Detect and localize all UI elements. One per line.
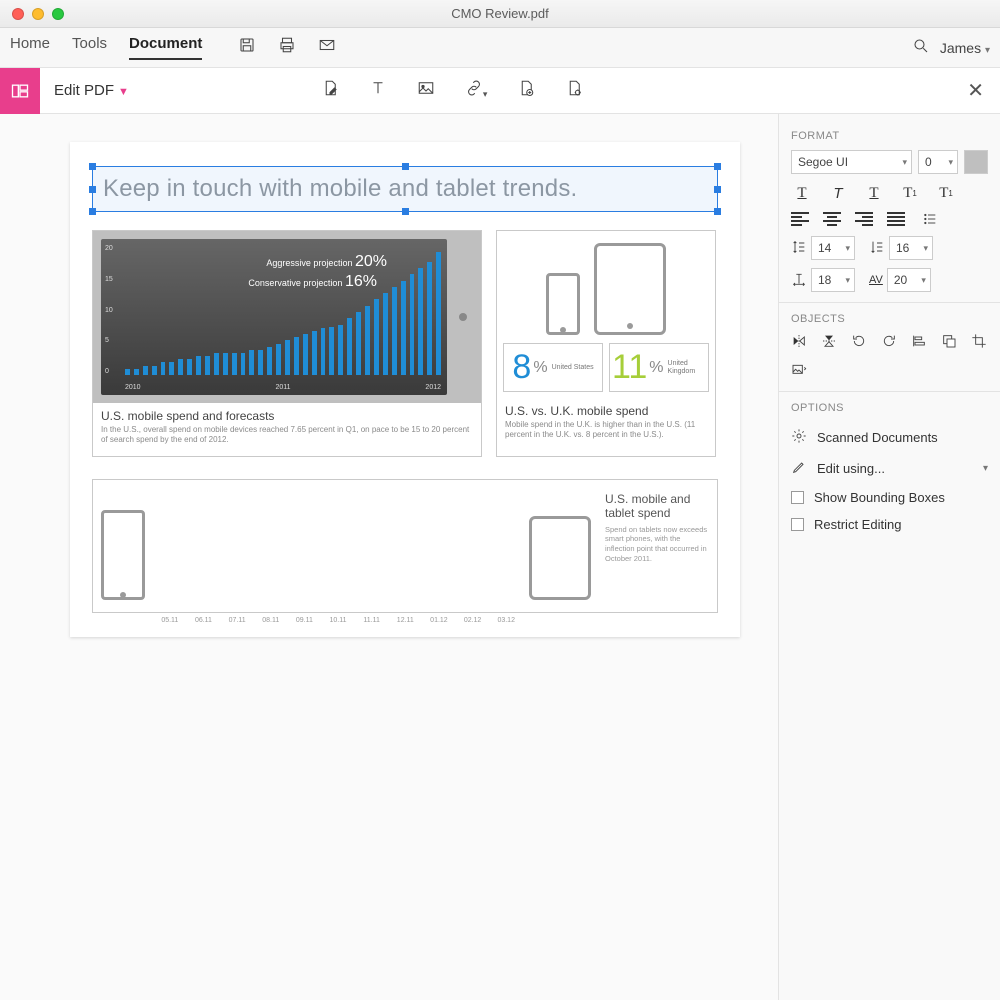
line-spacing-icon xyxy=(791,239,807,258)
pencil-icon xyxy=(791,459,807,478)
chartC-desc: Spend on tablets now exceeds smart phone… xyxy=(605,525,709,564)
paragraph-spacing-dropdown[interactable]: 16 xyxy=(889,236,933,260)
close-panel-button[interactable]: ✕ xyxy=(967,78,984,103)
phone-icon xyxy=(546,273,580,335)
arrange-icon[interactable] xyxy=(941,333,957,352)
restrict-editing-option[interactable]: Restrict Editing xyxy=(791,511,988,538)
page-settings-icon[interactable] xyxy=(565,79,583,102)
bold-icon[interactable]: T xyxy=(791,184,813,202)
checkbox-icon[interactable] xyxy=(791,518,804,531)
pdf-page: Keep in touch with mobile and tablet tre… xyxy=(70,142,740,637)
align-right-icon[interactable] xyxy=(855,212,873,226)
text-color-swatch[interactable] xyxy=(964,150,988,174)
horizontal-scale-dropdown[interactable]: 18 xyxy=(811,268,855,292)
add-page-icon[interactable] xyxy=(517,79,535,102)
replace-image-icon[interactable] xyxy=(791,362,807,381)
chart-card-mobile-tablet: 05.1106.1107.1108.1109.1110.1111.1112.11… xyxy=(92,479,718,613)
chartB-title: U.S. vs. U.K. mobile spend xyxy=(505,404,707,418)
chart-card-forecasts: 20151050 201020112012 Aggressive project… xyxy=(92,230,482,457)
tab-home[interactable]: Home xyxy=(10,35,50,60)
rotate-cw-icon[interactable] xyxy=(881,333,897,352)
checkbox-icon[interactable] xyxy=(791,491,804,504)
format-panel: FORMAT Segoe UI 0 T T T T1 T1 14 16 18 A… xyxy=(778,114,1000,1000)
selected-text-frame[interactable]: Keep in touch with mobile and tablet tre… xyxy=(92,166,718,212)
show-bounding-boxes-option[interactable]: Show Bounding Boxes xyxy=(791,484,988,511)
subscript-icon[interactable]: T1 xyxy=(935,184,957,202)
window-minimize-button[interactable] xyxy=(32,8,44,20)
window-titlebar: CMO Review.pdf xyxy=(0,0,1000,28)
rotate-ccw-icon[interactable] xyxy=(851,333,867,352)
flip-horizontal-icon[interactable] xyxy=(791,333,807,352)
chart-card-us-uk: 8%United States 11%United Kingdom U.S. v… xyxy=(496,230,716,457)
edit-page-icon[interactable] xyxy=(321,79,339,102)
flip-vertical-icon[interactable] xyxy=(821,333,837,352)
align-center-icon[interactable] xyxy=(823,212,841,226)
align-justify-icon[interactable] xyxy=(887,212,905,226)
italic-icon[interactable]: T xyxy=(827,184,849,202)
scanned-documents-option[interactable]: Scanned Documents xyxy=(791,422,988,453)
char-spacing-dropdown[interactable]: 20 xyxy=(887,268,931,292)
horizontal-scale-icon xyxy=(791,271,807,290)
document-canvas[interactable]: Keep in touch with mobile and tablet tre… xyxy=(0,114,778,1000)
window-close-button[interactable] xyxy=(12,8,24,20)
options-heading: OPTIONS xyxy=(791,402,988,414)
line-spacing-dropdown[interactable]: 14 xyxy=(811,236,855,260)
mode-dropdown[interactable]: Edit PDF▼ xyxy=(54,82,129,99)
chartA-desc: In the U.S., overall spend on mobile dev… xyxy=(101,425,473,446)
paragraph-spacing-icon xyxy=(869,239,885,258)
chartA-title: U.S. mobile spend and forecasts xyxy=(101,409,473,423)
format-heading: FORMAT xyxy=(791,130,988,142)
tablet-icon xyxy=(529,516,591,600)
search-icon[interactable] xyxy=(912,37,930,58)
add-image-icon[interactable] xyxy=(417,79,435,102)
align-left-icon[interactable] xyxy=(791,212,809,226)
mail-icon[interactable] xyxy=(318,36,336,59)
save-icon[interactable] xyxy=(238,36,256,59)
window-title: CMO Review.pdf xyxy=(0,6,1000,21)
add-link-icon[interactable]: ▾ xyxy=(465,79,488,102)
char-spacing-icon: AV xyxy=(869,274,883,286)
forecast-bar-chart: 20151050 201020112012 Aggressive project… xyxy=(101,239,447,395)
phone-icon xyxy=(101,510,145,600)
font-family-dropdown[interactable]: Segoe UI xyxy=(791,150,912,174)
mode-badge-icon[interactable] xyxy=(0,68,40,114)
superscript-icon[interactable]: T1 xyxy=(899,184,921,202)
crop-icon[interactable] xyxy=(971,333,987,352)
app-menubar: Home Tools Document James ▾ xyxy=(0,28,1000,68)
chartC-title: U.S. mobile and tablet spend xyxy=(605,492,709,521)
edit-using-option[interactable]: Edit using... ▾ xyxy=(791,453,988,484)
gear-icon xyxy=(791,428,807,447)
tab-document[interactable]: Document xyxy=(129,35,202,60)
tablet-icon xyxy=(594,243,666,335)
list-icon[interactable] xyxy=(919,210,941,228)
headline-text[interactable]: Keep in touch with mobile and tablet tre… xyxy=(103,175,707,203)
objects-heading: OBJECTS xyxy=(791,313,988,325)
tab-tools[interactable]: Tools xyxy=(72,35,107,60)
add-text-icon[interactable] xyxy=(369,79,387,102)
align-objects-icon[interactable] xyxy=(911,333,927,352)
window-maximize-button[interactable] xyxy=(52,8,64,20)
user-menu[interactable]: James ▾ xyxy=(940,40,990,56)
font-size-dropdown[interactable]: 0 xyxy=(918,150,958,174)
chartB-desc: Mobile spend in the U.K. is higher than … xyxy=(505,420,707,441)
underline-icon[interactable]: T xyxy=(863,184,885,202)
print-icon[interactable] xyxy=(278,36,296,59)
edit-toolbar: Edit PDF▼ ▾ ✕ xyxy=(0,68,1000,114)
mobile-tablet-bar-chart: 05.1106.1107.1108.1109.1110.1111.1112.11… xyxy=(153,480,523,612)
